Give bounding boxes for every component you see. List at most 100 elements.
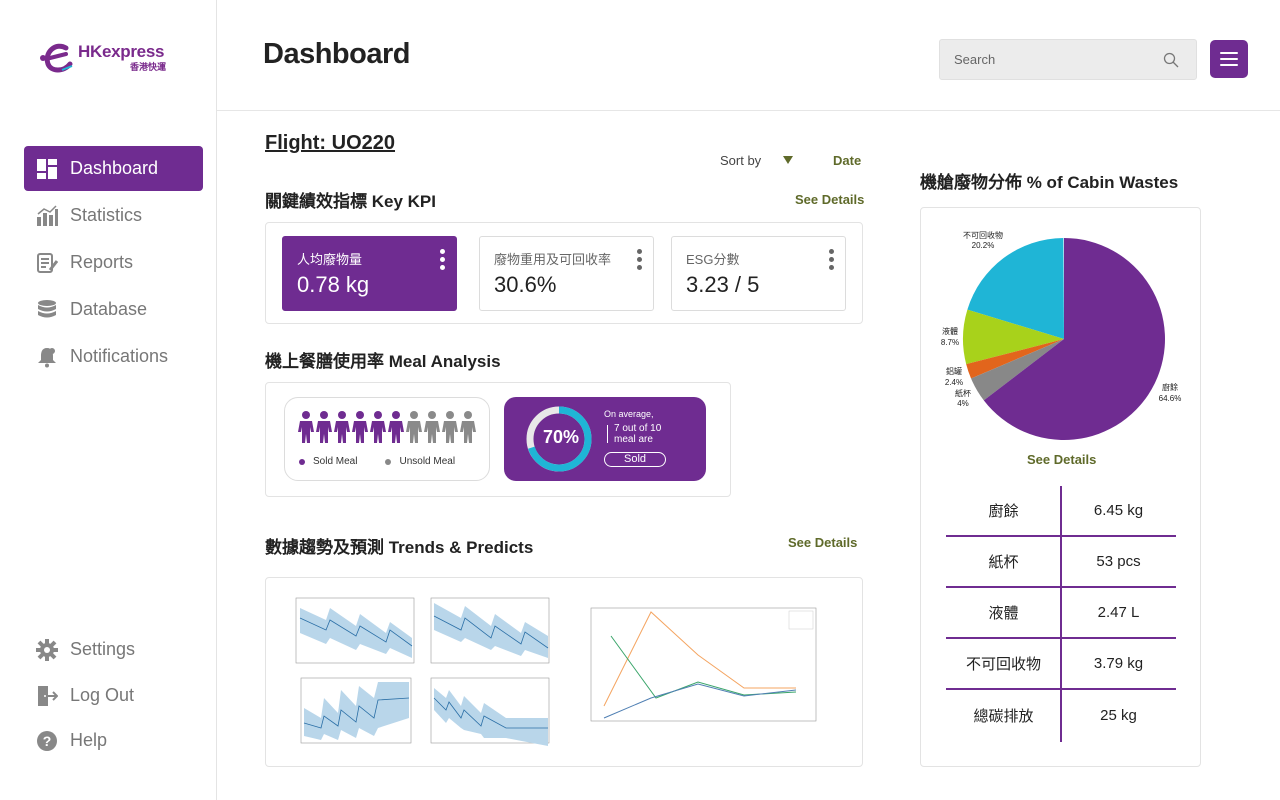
kpi-title: 關鍵績效指標 Key KPI	[265, 192, 436, 211]
sidebar-item-label: Notifications	[70, 346, 169, 366]
more-options-icon[interactable]	[829, 249, 835, 270]
database-icon	[36, 299, 58, 321]
sidebar-item-label: Dashboard	[70, 158, 159, 178]
search-input[interactable]	[940, 52, 1150, 67]
meal-percent: 70%	[542, 427, 580, 447]
pie-pct-cup: 4%	[957, 399, 969, 408]
more-options-icon[interactable]	[637, 249, 643, 270]
sidebar-item-settings[interactable]: Settings	[24, 627, 203, 672]
sort-dropdown-icon[interactable]	[783, 156, 793, 164]
sidebar-item-notifications[interactable]: Notifications	[24, 334, 203, 379]
pie-pct-liquid: 8.7%	[941, 338, 959, 347]
waste-type: 液體	[988, 605, 1019, 622]
sort-label: Sort by	[720, 153, 762, 168]
sidebar-item-help[interactable]: ? Help	[24, 718, 203, 763]
people-icons	[297, 410, 477, 444]
kpi-card-esg-score[interactable]: ESG分數 3.23 / 5	[671, 236, 846, 311]
kpi-label: ESG分數	[686, 252, 740, 267]
kpi-value: 3.23 / 5	[686, 272, 760, 297]
hamburger-icon	[1220, 52, 1238, 54]
on-average-text: On average,	[604, 409, 654, 419]
sold-pill[interactable]: Sold	[604, 452, 666, 467]
person-sold-icon	[334, 411, 350, 443]
waste-amount: 25 kg	[1100, 707, 1137, 724]
sidebar-item-label: Statistics	[70, 205, 143, 225]
kpi-label: 廢物重用及可回收率	[494, 252, 612, 267]
pie-pct-food: 64.6%	[1159, 394, 1182, 403]
kpi-card-waste-per-person[interactable]: 人均廢物量 0.78 kg	[282, 236, 457, 311]
esg-score-chart	[590, 607, 817, 722]
waste-type: 不可回收物	[965, 656, 1041, 673]
sidebar-item-label: Help	[70, 730, 108, 750]
forecast-chart-4	[430, 677, 550, 746]
pie-label-nonrecyclable: 不可回收物	[963, 230, 1003, 240]
waste-amount: 3.79 kg	[1093, 655, 1144, 672]
meal-title: 機上餐膳使用率 Meal Analysis	[265, 352, 501, 371]
trends-title: 數據趨勢及預測 Trends & Predicts	[265, 538, 534, 557]
hkexpress-logo[interactable]: HKexpress 香港快運	[40, 38, 170, 78]
logout-icon	[36, 685, 58, 707]
trends-charts-thumbnail[interactable]	[266, 578, 864, 768]
sidebar: HKexpress 香港快運 Dashboard Statistics Repo…	[0, 0, 217, 800]
cabin-waste-title: 機艙廢物分佈 % of Cabin Wastes	[920, 173, 1179, 192]
sidebar-item-label: Log Out	[70, 685, 135, 705]
logo-mark-icon	[40, 43, 73, 73]
menu-button[interactable]	[1210, 40, 1248, 78]
sidebar-item-label: Reports	[70, 252, 134, 272]
more-options-icon[interactable]	[440, 249, 446, 270]
search-icon[interactable]	[1163, 52, 1179, 68]
waste-type: 廚餘	[988, 503, 1019, 520]
pie-label-cup: 紙杯	[955, 388, 971, 398]
kpi-card-recycle-rate[interactable]: 廢物重用及可回收率 30.6%	[479, 236, 654, 311]
sidebar-item-reports[interactable]: Reports	[24, 240, 203, 285]
person-sold-icon	[388, 411, 404, 443]
person-unsold-icon	[442, 411, 458, 443]
person-unsold-icon	[406, 411, 422, 443]
sidebar-item-label: Settings	[70, 639, 136, 659]
sort-value[interactable]: Date	[833, 153, 861, 168]
pie-label-food: 廚餘	[1162, 382, 1178, 392]
pie-label-can: 鋁罐	[946, 366, 962, 376]
kpi-value: 30.6%	[494, 272, 557, 297]
person-unsold-icon	[424, 411, 440, 443]
waste-amount: 6.45 kg	[1093, 502, 1144, 519]
person-sold-icon	[316, 411, 332, 443]
logo-text: HKexpress	[78, 42, 165, 61]
waste-amount: 53 pcs	[1096, 553, 1141, 570]
sidebar-item-database[interactable]: Database	[24, 287, 203, 332]
kpi-label: 人均廢物量	[297, 252, 363, 267]
flight-label[interactable]: Flight: UO220	[265, 132, 395, 155]
cabin-waste-table: 廚餘 6.45 kg 紙杯 53 pcs 液體 2.47 L 不可回收物 3.79 kg 總碳排…	[946, 486, 1176, 742]
bar-chart-icon	[36, 204, 58, 227]
bell-icon	[36, 346, 58, 368]
meal-panel: Sold Meal Unsold Meal 70% On average, 7 …	[265, 382, 731, 497]
cabin-see-details-link[interactable]: See Details	[1027, 452, 1096, 467]
legend-unsold: Unsold Meal	[385, 456, 455, 467]
report-icon	[36, 252, 58, 274]
waste-type: 紙杯	[988, 554, 1019, 571]
person-sold-icon	[352, 411, 368, 443]
logo-subtext: 香港快運	[130, 62, 167, 72]
trends-see-details-link[interactable]: See Details	[788, 535, 857, 550]
sidebar-item-dashboard[interactable]: Dashboard	[24, 146, 203, 191]
kpi-value: 0.78 kg	[297, 272, 370, 297]
waste-amount: 2.47 L	[1097, 604, 1140, 621]
out-of-text: 7 out of 10 meal are	[614, 423, 662, 445]
sidebar-item-logout[interactable]: Log Out	[24, 673, 203, 718]
kpi-see-details-link[interactable]: See Details	[795, 192, 864, 207]
forecast-chart-2	[430, 597, 550, 664]
forecast-chart-1	[295, 597, 415, 664]
person-sold-icon	[370, 411, 386, 443]
meal-people-card: Sold Meal Unsold Meal	[284, 397, 490, 481]
dashboard-icon	[36, 158, 58, 180]
waste-type: 總碳排放	[973, 708, 1034, 725]
trends-panel	[265, 577, 863, 767]
sidebar-item-statistics[interactable]: Statistics	[24, 193, 203, 238]
help-icon: ?	[36, 730, 58, 752]
search-box[interactable]	[939, 39, 1197, 80]
kpi-panel: 人均廢物量 0.78 kg 廢物重用及可回收率 30.6% ESG分數 3.23…	[265, 222, 863, 324]
gear-icon	[36, 638, 58, 661]
person-sold-icon	[298, 411, 314, 443]
header: Dashboard	[217, 0, 1280, 111]
cabin-waste-pie-chart: 不可回收物 20.2% 液體 8.7% 鋁罐 2.4% 紙杯 4% 廚餘 64.…	[941, 230, 1182, 440]
